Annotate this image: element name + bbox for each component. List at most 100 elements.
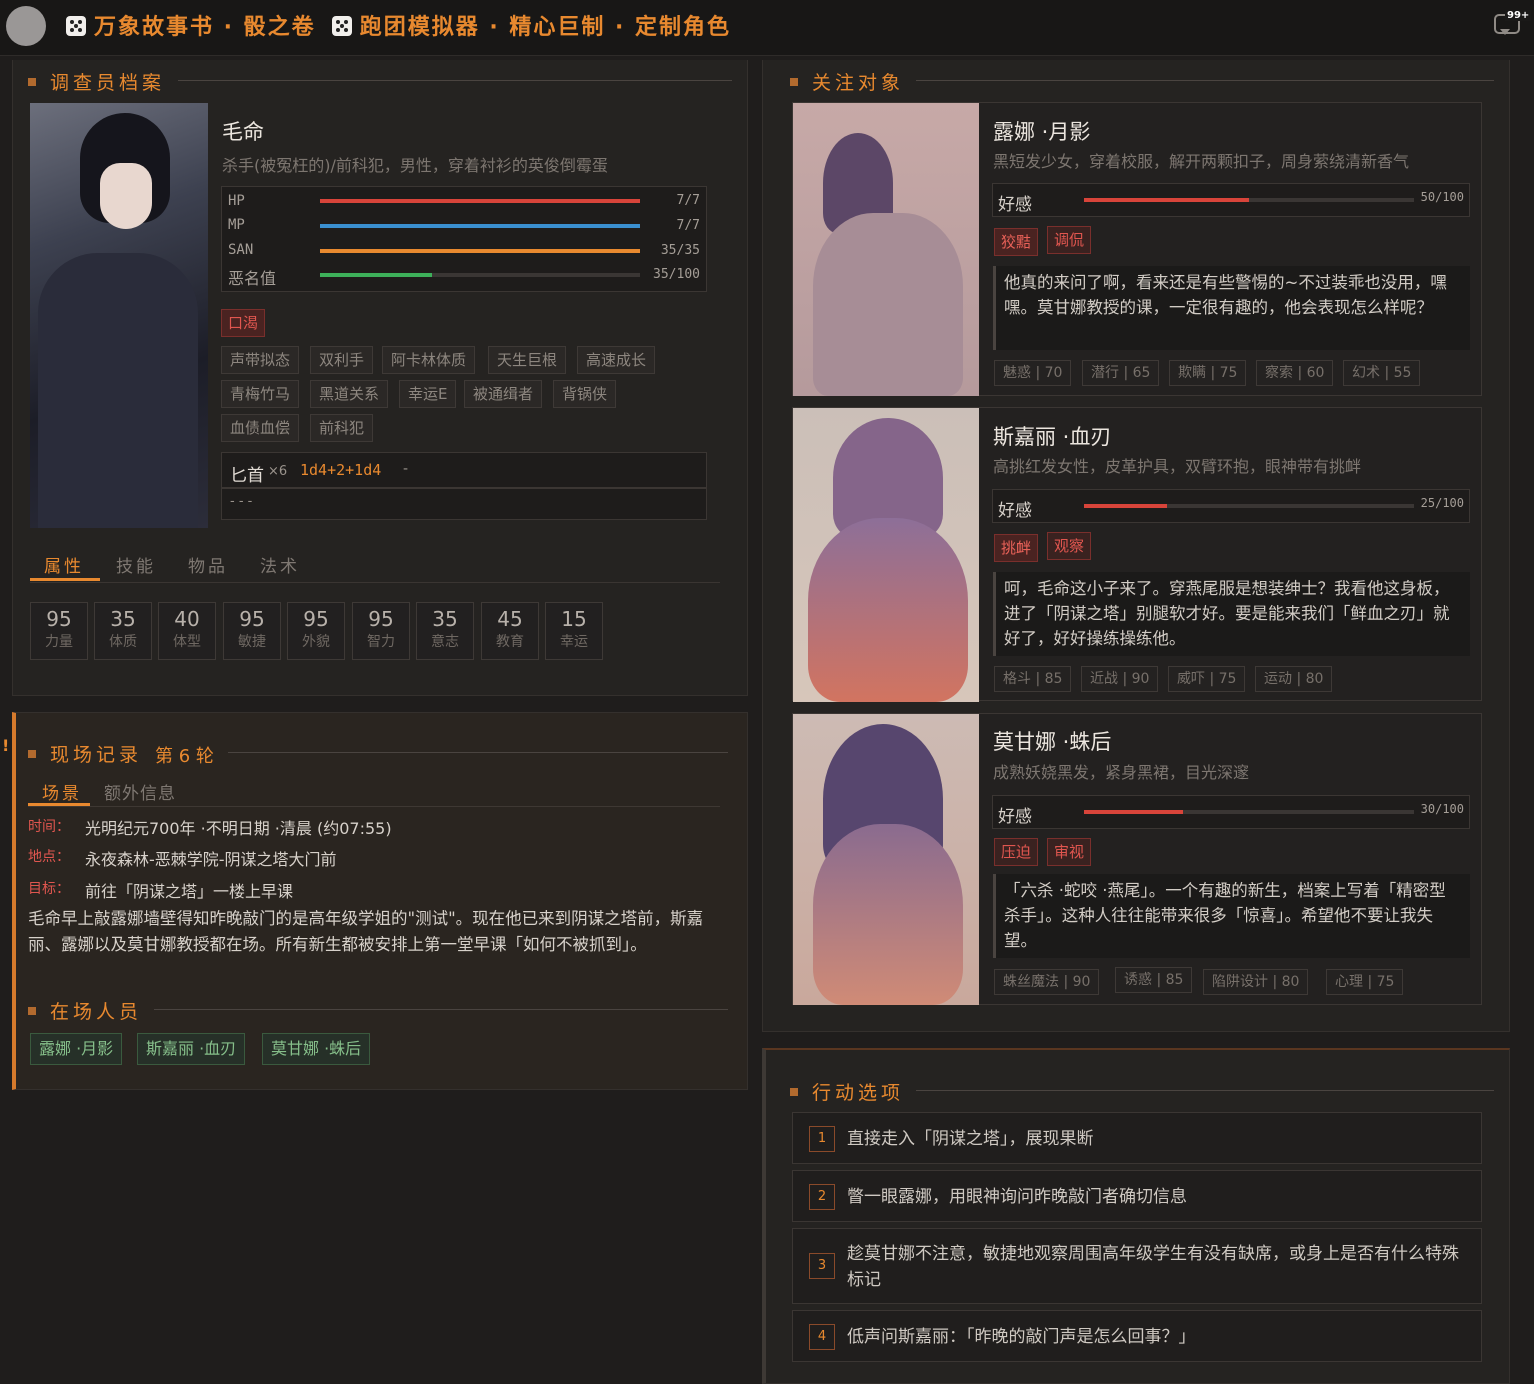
option-text: 趁莫甘娜不注意，敏捷地观察周围高年级学生有没有缺席，或身上是否有什么特殊标记: [847, 1244, 1459, 1290]
divider: [228, 752, 728, 753]
attribute-intelligence: 95 智力: [352, 602, 410, 660]
app-title: 万象故事书 · 骰之卷 跑团模拟器 · 精心巨制 · 定制角色: [58, 9, 731, 41]
affection-bar: [1084, 198, 1414, 202]
top-bar: 万象故事书 · 骰之卷 跑团模拟器 · 精心巨制 · 定制角色 99+: [0, 0, 1534, 56]
present-scarlet[interactable]: 斯嘉丽 ·血刃: [137, 1033, 246, 1065]
affection-bar: [1084, 504, 1414, 508]
attribute-power: 35 意志: [416, 602, 474, 660]
attribute-appearance: 95 外貌: [287, 602, 345, 660]
hp-bar: [320, 199, 640, 203]
title-part1: 万象故事书 · 骰之卷: [94, 15, 316, 40]
option-number: 4: [809, 1324, 835, 1350]
scarlet-portrait: [793, 408, 979, 702]
luna-portrait: [793, 103, 979, 396]
attribute-size: 40 体型: [158, 602, 216, 660]
stat-label: HP: [228, 193, 245, 209]
alert-icon: !: [2, 736, 10, 755]
weapon-count: ×6: [268, 464, 288, 479]
mood-tag: 挑衅: [994, 534, 1039, 562]
skill-tag: 蛛丝魔法 | 90: [994, 969, 1100, 995]
investigator-desc: 杀手(被冤枉的)/前科犯，男性，穿着衬衫的英俊倒霉蛋: [222, 156, 608, 175]
trait-tag[interactable]: 前科犯: [310, 414, 374, 442]
action-option-1[interactable]: 1 直接走入「阴谋之塔」，展现果断: [792, 1112, 1482, 1164]
status-tag: 口渴: [221, 309, 266, 337]
affection-label: 好感: [998, 501, 1032, 521]
skill-tag: 欺瞒 | 75: [1169, 360, 1247, 386]
time-label: 时间：: [28, 819, 70, 835]
investigator-portrait: [30, 103, 208, 528]
attribute-strength: 95 力量: [30, 602, 88, 660]
tab-scene[interactable]: 场景: [42, 779, 82, 804]
tab-attributes[interactable]: 属性: [44, 552, 84, 577]
skill-tag: 潜行 | 65: [1082, 360, 1160, 386]
divider: [916, 80, 1494, 81]
user-avatar[interactable]: [6, 6, 46, 46]
action-option-4[interactable]: 4 低声问斯嘉丽：「昨晚的敲门声是怎么回事？」: [792, 1310, 1482, 1362]
action-option-2[interactable]: 2 瞥一眼露娜，用眼神询问昨晚敲门者确切信息: [792, 1170, 1482, 1222]
divider: [28, 806, 720, 807]
attribute-constitution: 35 体质: [94, 602, 152, 660]
affection-bar-fill: [1084, 504, 1167, 508]
tab-extra-info[interactable]: 额外信息: [104, 779, 176, 804]
stat-label: MP: [228, 217, 245, 233]
affection-value: 30/100: [1420, 802, 1464, 816]
trait-tag[interactable]: 黑道关系: [310, 380, 389, 408]
action-option-3[interactable]: 3 趁莫甘娜不注意，敏捷地观察周围高年级学生有没有缺席，或身上是否有什么特殊标记: [792, 1228, 1482, 1304]
option-text: 瞥一眼露娜，用眼神询问昨晚敲门者确切信息: [847, 1187, 1187, 1207]
weapon-empty: - - -: [230, 494, 253, 509]
divider: [916, 1090, 1494, 1091]
trait-tag[interactable]: 青梅竹马: [221, 380, 300, 408]
dice-icon: [66, 16, 86, 36]
mood-tag: 狡黠: [994, 228, 1039, 256]
trait-tag[interactable]: 背锅侠: [553, 380, 617, 408]
weapon-suffix: -: [403, 461, 409, 477]
affection-label: 好感: [998, 807, 1032, 827]
attribute-luck: 15 幸运: [545, 602, 603, 660]
notification-badge: 99+: [1505, 10, 1532, 21]
trait-tag[interactable]: 声带拟态: [221, 346, 300, 374]
trait-tag[interactable]: 血债血偿: [221, 414, 300, 442]
tab-spells[interactable]: 法术: [260, 552, 300, 577]
stat-label: 恶名值: [228, 269, 277, 288]
trait-tag[interactable]: 幸运E: [399, 380, 457, 408]
trait-tag[interactable]: 高速成长: [577, 346, 656, 374]
morgana-portrait: [793, 714, 979, 1005]
trait-tag[interactable]: 双利手: [310, 346, 374, 374]
focus-section-title: 关注对象: [790, 68, 904, 95]
stat-value: 35/35: [660, 243, 700, 258]
affection-bar-fill: [1084, 198, 1249, 202]
scene-time: 光明纪元700年 ·不明日期 ·清晨 (约07:55): [85, 819, 392, 838]
hp-bar-fill: [320, 199, 640, 203]
attribute-education: 45 教育: [481, 602, 539, 660]
affection-bar-fill: [1084, 810, 1183, 814]
character-desc: 成熟妖娆黑发，紧身黑裙，目光深邃: [993, 763, 1250, 782]
dice-icon: [331, 16, 352, 36]
scene-narrative: 毛命早上敲露娜墙壁得知昨晚敲门的是高年级学姐的"测试"。现在他已来到阴谋之塔前，…: [28, 909, 704, 954]
mood-tag: 审视: [1047, 838, 1092, 866]
tab-skills[interactable]: 技能: [116, 552, 156, 577]
actions-section-title: 行动选项: [790, 1078, 904, 1105]
weapon-row[interactable]: [221, 452, 707, 488]
tab-underline: [30, 578, 100, 581]
skill-tag: 陷阱设计 | 80: [1203, 969, 1309, 995]
notoriety-bar: [320, 273, 640, 277]
trait-tag[interactable]: 阿卡林体质: [382, 346, 476, 374]
option-number: 1: [809, 1126, 835, 1152]
option-number: 2: [809, 1184, 835, 1210]
scene-goal: 前往「阴谋之塔」一楼上早课: [85, 882, 294, 901]
present-luna[interactable]: 露娜 ·月影: [30, 1033, 123, 1065]
skill-tag: 察索 | 60: [1256, 360, 1334, 386]
weapon-row-empty[interactable]: [221, 488, 707, 520]
affection-value: 50/100: [1420, 190, 1464, 204]
character-desc: 高挑红发女性，皮革护具，双臂环抱，眼神带有挑衅: [993, 457, 1362, 476]
skill-tag: 心理 | 75: [1326, 969, 1404, 995]
present-morgana[interactable]: 莫甘娜 ·蛛后: [262, 1033, 371, 1065]
place-label: 地点：: [28, 849, 70, 865]
trait-tag[interactable]: 被通缉者: [464, 380, 543, 408]
stat-label: SAN: [228, 242, 254, 258]
investigator-section-title: 调查员档案: [28, 68, 165, 95]
stat-value: 7/7: [676, 193, 700, 208]
option-text: 低声问斯嘉丽：「昨晚的敲门声是怎么回事？」: [847, 1327, 1196, 1347]
trait-tag[interactable]: 天生巨根: [488, 346, 567, 374]
tab-items[interactable]: 物品: [188, 552, 228, 577]
